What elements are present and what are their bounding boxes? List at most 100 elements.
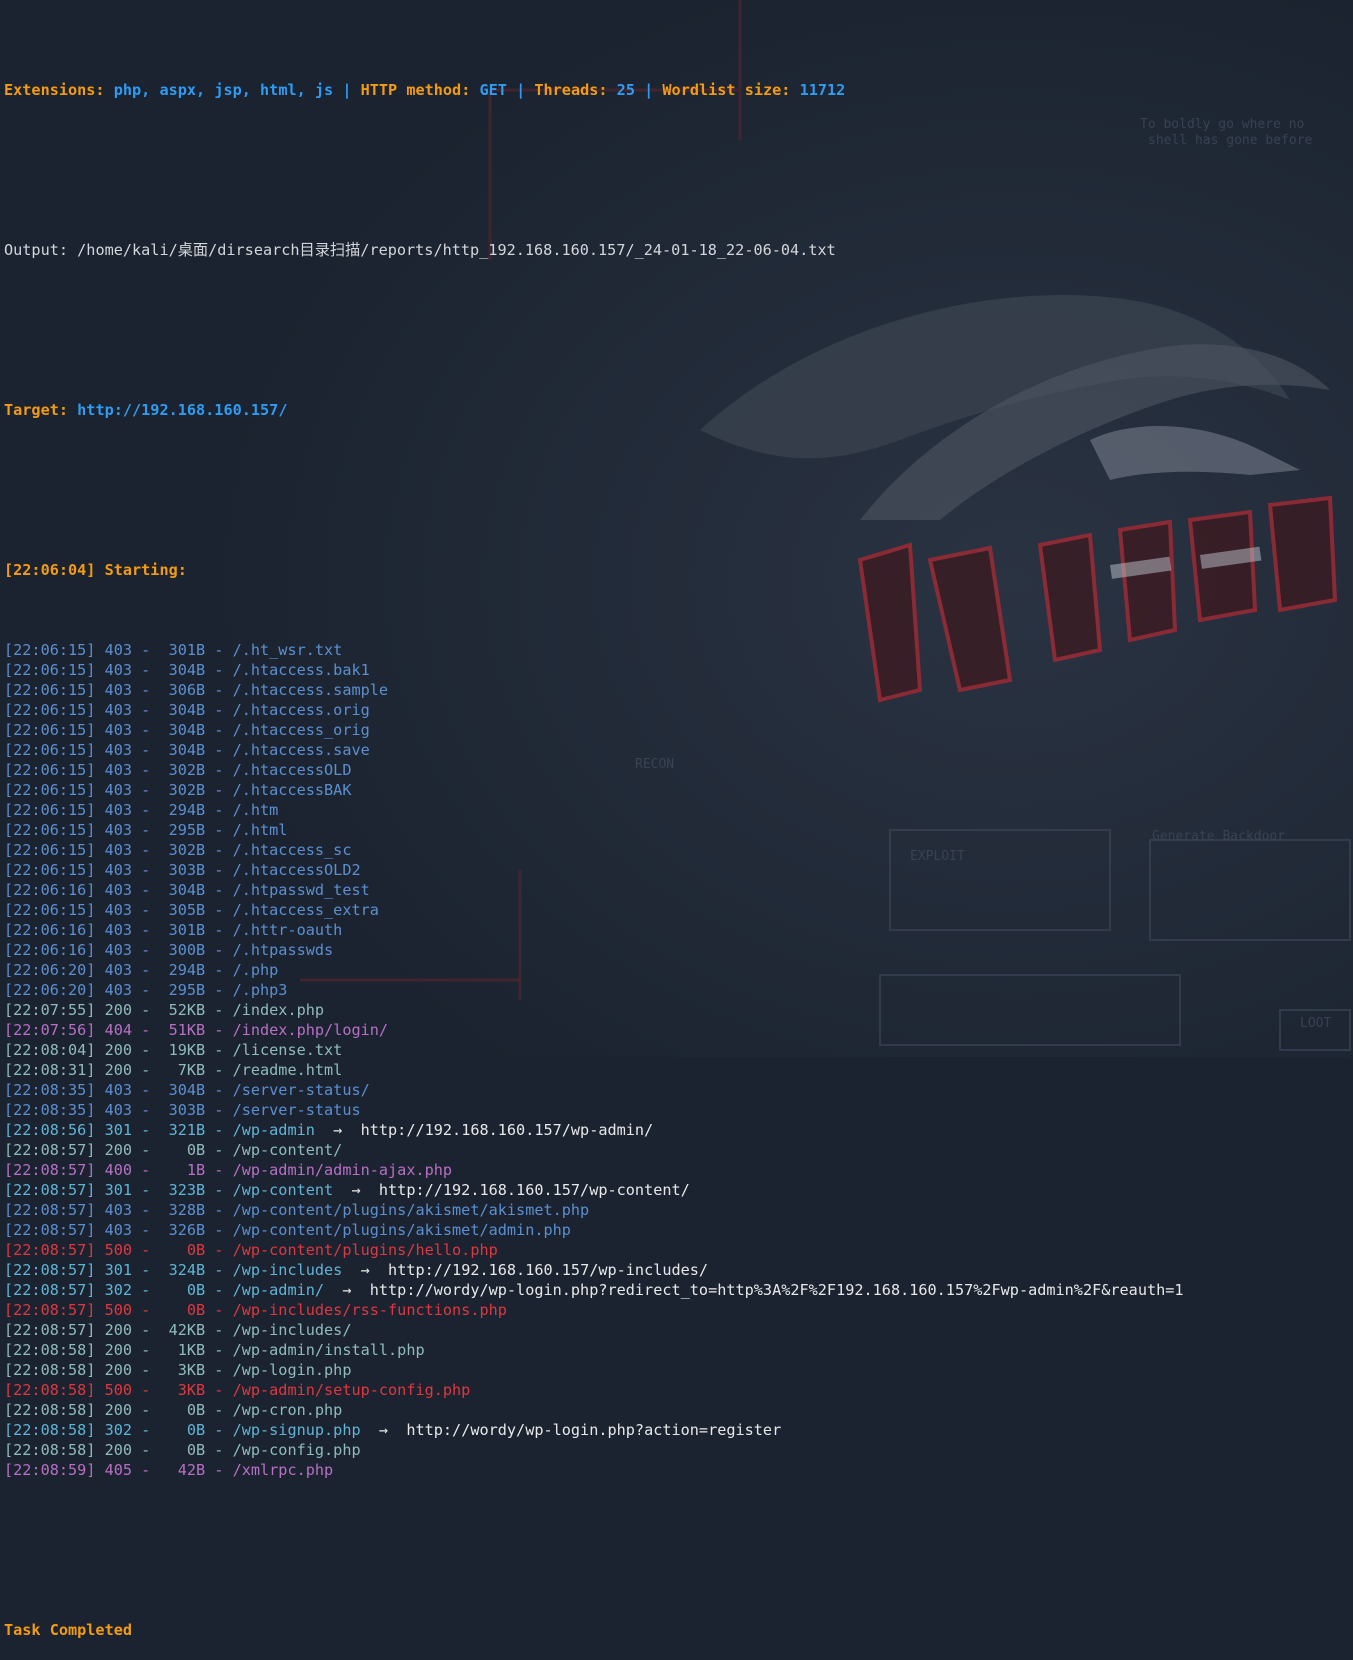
result-row: [22:07:55] 200 - 52KB - /index.php <box>4 1000 1353 1020</box>
result-row-text: [22:06:16] 403 - 301B - /.httr-oauth <box>4 921 343 939</box>
target-line: Target: http://192.168.160.157/ <box>4 400 1353 420</box>
output-label: Output: <box>4 241 78 259</box>
redirect-url: http://wordy/wp-login.php?action=registe… <box>406 1421 782 1439</box>
result-row-text: [22:06:15] 403 - 306B - /.htaccess.sampl… <box>4 681 389 699</box>
result-row-text: [22:08:57] 403 - 328B - /wp-content/plug… <box>4 1201 590 1219</box>
result-row: [22:08:56] 301 - 321B - /wp-admin → http… <box>4 1120 1353 1140</box>
result-row-text: [22:06:20] 403 - 294B - /.php <box>4 961 279 979</box>
result-row: [22:06:15] 403 - 303B - /.htaccessOLD2 <box>4 860 1353 880</box>
result-row: [22:08:57] 403 - 328B - /wp-content/plug… <box>4 1200 1353 1220</box>
result-row-text: [22:08:31] 200 - 7KB - /readme.html <box>4 1061 343 1079</box>
result-row: [22:06:15] 403 - 302B - /.htaccessOLD <box>4 760 1353 780</box>
result-row-text: [22:08:57] 400 - 1B - /wp-admin/admin-aj… <box>4 1161 453 1179</box>
result-row-text: [22:06:15] 403 - 304B - /.htaccess.bak1 <box>4 661 370 679</box>
result-row: [22:08:35] 403 - 303B - /server-status <box>4 1100 1353 1120</box>
result-row-text: [22:06:15] 403 - 294B - /.htm <box>4 801 279 819</box>
result-row: [22:06:20] 403 - 295B - /.php3 <box>4 980 1353 1000</box>
result-row-text: [22:08:35] 403 - 304B - /server-status/ <box>4 1081 370 1099</box>
result-row: [22:06:15] 403 - 302B - /.htaccess_sc <box>4 840 1353 860</box>
result-row-text: [22:08:58] 500 - 3KB - /wp-admin/setup-c… <box>4 1381 471 1399</box>
target-label: Target: <box>4 401 78 419</box>
result-row: [22:08:04] 200 - 19KB - /license.txt <box>4 1040 1353 1060</box>
result-row: [22:08:57] 500 - 0B - /wp-includes/rss-f… <box>4 1300 1353 1320</box>
separator: | <box>333 81 361 99</box>
result-row: [22:08:58] 302 - 0B - /wp-signup.php → h… <box>4 1420 1353 1440</box>
result-row: [22:08:59] 405 - 42B - /xmlrpc.php <box>4 1460 1353 1480</box>
result-row-text: [22:06:20] 403 - 295B - /.php3 <box>4 981 288 999</box>
result-row: [22:08:58] 500 - 3KB - /wp-admin/setup-c… <box>4 1380 1353 1400</box>
result-row-text: [22:08:57] 301 - 324B - /wp-includes <box>4 1261 343 1279</box>
result-row: [22:06:15] 403 - 294B - /.htm <box>4 800 1353 820</box>
result-row: [22:06:15] 403 - 304B - /.htaccess.orig <box>4 700 1353 720</box>
result-row-text: [22:08:56] 301 - 321B - /wp-admin <box>4 1121 315 1139</box>
result-row: [22:08:57] 200 - 42KB - /wp-includes/ <box>4 1320 1353 1340</box>
separator: | <box>634 81 663 99</box>
result-row: [22:08:58] 200 - 0B - /wp-cron.php <box>4 1400 1353 1420</box>
result-row-text: [22:06:15] 403 - 305B - /.htaccess_extra <box>4 901 379 919</box>
result-row-text: [22:06:15] 403 - 304B - /.htaccess_orig <box>4 721 370 739</box>
result-row-text: [22:08:57] 500 - 0B - /wp-content/plugin… <box>4 1241 498 1259</box>
result-row: [22:06:15] 403 - 301B - /.ht_wsr.txt <box>4 640 1353 660</box>
result-row: [22:08:57] 200 - 0B - /wp-content/ <box>4 1140 1353 1160</box>
result-row-text: [22:08:57] 302 - 0B - /wp-admin/ <box>4 1281 325 1299</box>
result-row: [22:06:15] 403 - 306B - /.htaccess.sampl… <box>4 680 1353 700</box>
output-line: Output: /home/kali/桌面/dirsearch目录扫描/repo… <box>4 240 1353 260</box>
redirect-arrow-icon: → <box>342 1261 389 1279</box>
result-row: [22:08:58] 200 - 3KB - /wp-login.php <box>4 1360 1353 1380</box>
result-row-text: [22:06:15] 403 - 302B - /.htaccess_sc <box>4 841 352 859</box>
result-row-text: [22:06:15] 403 - 302B - /.htaccessBAK <box>4 781 352 799</box>
redirect-url: http://192.168.160.157/wp-includes/ <box>388 1261 709 1279</box>
result-row-text: [22:08:57] 200 - 42KB - /wp-includes/ <box>4 1321 352 1339</box>
result-row: [22:08:57] 301 - 324B - /wp-includes → h… <box>4 1260 1353 1280</box>
task-completed-line: Task Completed <box>4 1621 133 1639</box>
result-row-text: [22:07:56] 404 - 51KB - /index.php/login… <box>4 1021 389 1039</box>
threads-label: Threads: <box>534 81 617 99</box>
redirect-arrow-icon: → <box>360 1421 407 1439</box>
results-list: [22:06:15] 403 - 301B - /.ht_wsr.txt [22:… <box>4 640 1353 1480</box>
target-url: http://192.168.160.157/ <box>77 401 288 419</box>
result-row: [22:06:15] 403 - 305B - /.htaccess_extra <box>4 900 1353 920</box>
result-row-text: [22:06:16] 403 - 304B - /.htpasswd_test <box>4 881 370 899</box>
result-row-text: [22:08:59] 405 - 42B - /xmlrpc.php <box>4 1461 334 1479</box>
result-row-text: [22:08:57] 403 - 326B - /wp-content/plug… <box>4 1221 571 1239</box>
result-row: [22:08:31] 200 - 7KB - /readme.html <box>4 1060 1353 1080</box>
threads-value: 25 <box>616 81 635 99</box>
result-row-text: [22:06:15] 403 - 295B - /.html <box>4 821 288 839</box>
terminal-output: Extensions: php, aspx, jsp, html, js | H… <box>4 20 1353 1660</box>
starting-line: [22:06:04] Starting: <box>4 561 197 579</box>
output-path: /home/kali/桌面/dirsearch目录扫描/reports/http… <box>77 241 836 259</box>
result-row: [22:06:16] 403 - 304B - /.htpasswd_test <box>4 880 1353 900</box>
result-row: [22:08:57] 302 - 0B - /wp-admin/ → http:… <box>4 1280 1353 1300</box>
result-row-text: [22:06:15] 403 - 304B - /.htaccess.save <box>4 741 370 759</box>
redirect-arrow-icon: → <box>324 1281 370 1299</box>
result-row-text: [22:08:57] 200 - 0B - /wp-content/ <box>4 1141 343 1159</box>
http-method-value: GET <box>479 81 507 99</box>
result-row: [22:06:15] 403 - 304B - /.htaccess_orig <box>4 720 1353 740</box>
wordlist-size-value: 11712 <box>799 81 846 99</box>
result-row-text: [22:06:16] 403 - 300B - /.htpasswds <box>4 941 334 959</box>
redirect-url: http://192.168.160.157/wp-content/ <box>378 1181 690 1199</box>
result-row-text: [22:07:55] 200 - 52KB - /index.php <box>4 1001 325 1019</box>
result-row-text: [22:08:58] 200 - 0B - /wp-cron.php <box>4 1401 343 1419</box>
result-row: [22:08:57] 301 - 323B - /wp-content → ht… <box>4 1180 1353 1200</box>
result-row: [22:06:16] 403 - 301B - /.httr-oauth <box>4 920 1353 940</box>
extensions-value: php, aspx, jsp, html, js <box>113 81 334 99</box>
result-row: [22:08:57] 403 - 326B - /wp-content/plug… <box>4 1220 1353 1240</box>
result-row: [22:06:15] 403 - 302B - /.htaccessBAK <box>4 780 1353 800</box>
result-row-text: [22:06:15] 403 - 304B - /.htaccess.orig <box>4 701 370 719</box>
result-row-text: [22:06:15] 403 - 301B - /.ht_wsr.txt <box>4 641 343 659</box>
http-method-label: HTTP method: <box>360 81 480 99</box>
result-row: [22:06:15] 403 - 304B - /.htaccess.save <box>4 740 1353 760</box>
result-row-text: [22:06:15] 403 - 302B - /.htaccessOLD <box>4 761 352 779</box>
redirect-url: http://wordy/wp-login.php?redirect_to=ht… <box>369 1281 1184 1299</box>
result-row-text: [22:08:57] 500 - 0B - /wp-includes/rss-f… <box>4 1301 507 1319</box>
result-row-text: [22:08:35] 403 - 303B - /server-status <box>4 1101 361 1119</box>
result-row: [22:08:57] 500 - 0B - /wp-content/plugin… <box>4 1240 1353 1260</box>
extensions-label: Extensions: <box>4 81 114 99</box>
redirect-arrow-icon: → <box>333 1181 379 1199</box>
result-row-text: [22:08:57] 301 - 323B - /wp-content <box>4 1181 334 1199</box>
result-row: [22:07:56] 404 - 51KB - /index.php/login… <box>4 1020 1353 1040</box>
